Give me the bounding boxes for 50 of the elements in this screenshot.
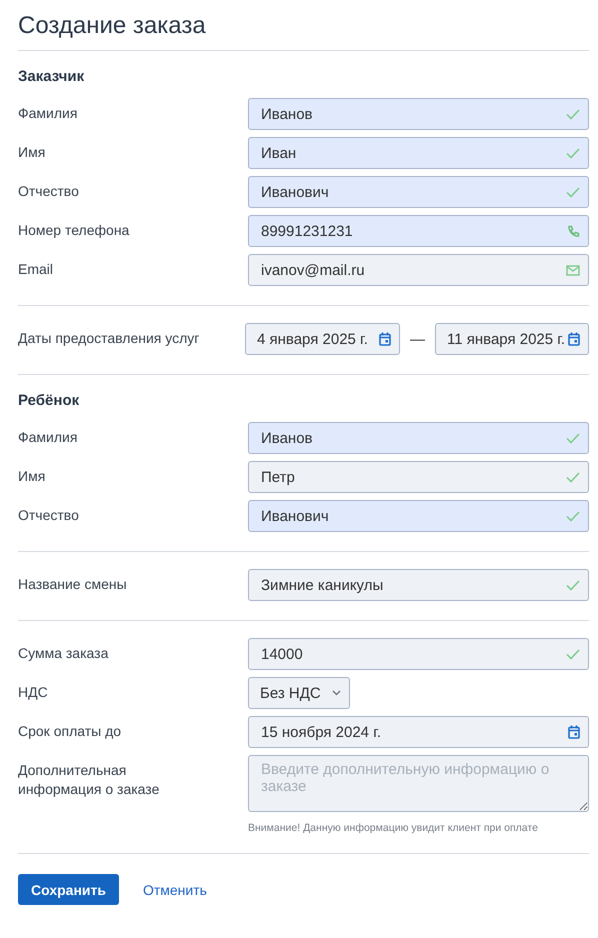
- text-field[interactable]: 89991231231: [248, 215, 589, 247]
- info-textarea[interactable]: Введите дополнительную информацию о заказе: [248, 755, 589, 812]
- calendar-icon[interactable]: [568, 725, 580, 739]
- calendar-icon[interactable]: [379, 332, 391, 346]
- text-field[interactable]: 14000: [248, 638, 589, 670]
- text-field[interactable]: Иванович: [248, 176, 589, 208]
- field-label: Дополнительная информация о заказе: [18, 761, 160, 799]
- save-button[interactable]: Сохранить: [18, 874, 119, 905]
- date-field[interactable]: 15 ноября 2024 г.: [248, 716, 589, 748]
- warning-note: Внимание! Данную информацию увидит клиент при оплате: [248, 822, 539, 834]
- mail-icon: [566, 264, 580, 276]
- date-field[interactable]: 11 января 2025 г.: [435, 323, 589, 355]
- field-label: Фамилия: [18, 104, 78, 123]
- text-field[interactable]: Зимние каникулы: [248, 569, 589, 601]
- field-label: Сумма заказа: [18, 644, 110, 663]
- calendar-icon[interactable]: [568, 332, 580, 346]
- text-field[interactable]: Иван: [248, 137, 589, 169]
- caret-icon: [332, 690, 341, 696]
- field-label: НДС: [18, 683, 49, 702]
- check-icon: [566, 471, 580, 483]
- text-field[interactable]: Иванов: [248, 98, 589, 130]
- field-label: Имя: [18, 143, 46, 162]
- field-label: Отчество: [18, 506, 80, 525]
- check-icon: [566, 186, 580, 198]
- check-icon: [566, 648, 580, 660]
- field-label: Отчество: [18, 182, 80, 201]
- field-label: Имя: [18, 467, 46, 486]
- check-icon: [566, 108, 580, 120]
- date-field[interactable]: 4 января 2025 г.: [245, 323, 400, 355]
- field-label: Срок оплаты до: [18, 722, 122, 741]
- check-icon: [566, 510, 580, 522]
- phone-icon: [567, 224, 580, 238]
- field-label: Номер телефона: [18, 221, 130, 240]
- text-field[interactable]: Иванович: [248, 500, 589, 532]
- check-icon: [566, 147, 580, 159]
- check-icon: [566, 579, 580, 591]
- field-label: Даты предоставления услуг: [18, 329, 200, 348]
- check-icon: [566, 432, 580, 444]
- text-field[interactable]: Иванов: [248, 422, 589, 454]
- page-title: Создание заказа: [18, 0, 589, 51]
- section-heading: Ребёнок: [18, 392, 80, 409]
- range-dash: —: [410, 330, 425, 348]
- field-label: Фамилия: [18, 428, 78, 447]
- section-heading: Заказчик: [18, 68, 86, 85]
- text-field[interactable]: ivanov@mail.ru: [248, 254, 589, 286]
- cancel-link[interactable]: Отменить: [142, 882, 207, 898]
- text-field[interactable]: Петр: [248, 461, 589, 493]
- field-label: Название смены: [18, 575, 128, 594]
- field-label: Email: [18, 260, 54, 279]
- vat-dropdown[interactable]: Без НДС: [248, 677, 350, 709]
